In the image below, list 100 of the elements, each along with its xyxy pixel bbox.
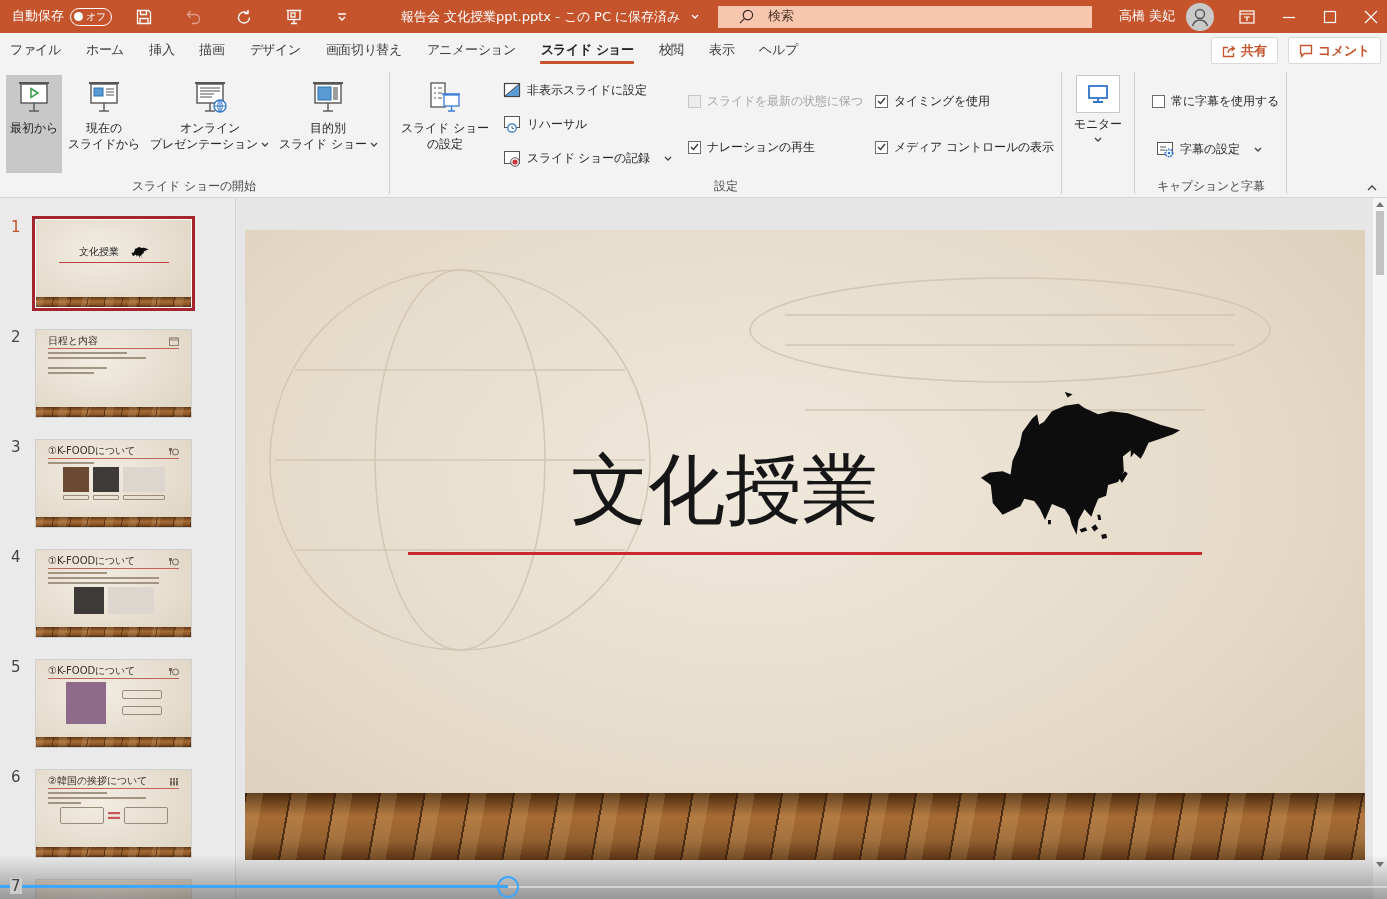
- close-icon[interactable]: [1364, 9, 1378, 24]
- caption-box: [122, 495, 165, 500]
- from-beginning-button[interactable]: 最初から: [6, 75, 62, 173]
- slide-thumbnail[interactable]: ①K-FOODについて: [35, 659, 192, 748]
- custom-slideshow-button[interactable]: 目的別 スライド ショー: [275, 75, 382, 173]
- ribbon-tab[interactable]: 描画: [186, 33, 238, 68]
- record-slideshow-button[interactable]: スライド ショーの記録: [498, 145, 677, 171]
- group-label: 設定: [712, 178, 739, 194]
- cutlery-icon: [169, 446, 179, 456]
- checkbox-label: スライドを最新の状態に保つ: [707, 92, 864, 110]
- scrubber-handle[interactable]: [496, 876, 519, 898]
- rehearse-timings-button[interactable]: リハーサル: [498, 111, 677, 137]
- ribbon-tab[interactable]: 表示: [696, 33, 747, 68]
- redo-icon[interactable]: [236, 8, 252, 25]
- text-line: [48, 372, 94, 374]
- slide-title: 文化授業: [571, 444, 879, 536]
- text-box: [123, 807, 168, 824]
- photo-placeholder: [65, 682, 106, 724]
- checkbox[interactable]: [688, 140, 702, 154]
- checkbox-label: メディア コントロールの表示: [894, 138, 1055, 156]
- checkbox[interactable]: [875, 140, 889, 154]
- document-title[interactable]: 報告会 文化授業ppt.pptx - この PC に保存済み: [400, 7, 700, 26]
- slide-thumbnail[interactable]: 日程と内容: [35, 329, 192, 418]
- ribbon-tab[interactable]: デザイン: [237, 33, 314, 68]
- text-line: [48, 792, 107, 794]
- scroll-down-arrow-icon[interactable]: [1376, 862, 1384, 867]
- dropdown-caret-icon[interactable]: [336, 11, 348, 22]
- chevron-up-icon: [1367, 185, 1377, 191]
- checkbox[interactable]: [875, 94, 889, 108]
- slide-heading: ①K-FOODについて: [48, 445, 136, 457]
- user-name[interactable]: 高橋 美妃: [1119, 8, 1175, 25]
- ribbon-tab[interactable]: ファイル: [0, 33, 74, 68]
- share-button[interactable]: 共有: [1211, 37, 1278, 64]
- slide-thumbnail[interactable]: ①K-FOODについて: [35, 439, 192, 528]
- caret-icon: [1094, 137, 1103, 142]
- slide-number: 7: [10, 878, 22, 894]
- search-field[interactable]: 検索: [718, 5, 1092, 28]
- slide-heading: 日程と内容: [48, 335, 98, 347]
- slide-number: 6: [10, 768, 22, 786]
- text-line: [48, 572, 107, 574]
- search-icon: [739, 9, 754, 24]
- text-line: [48, 802, 81, 804]
- online-presentation-button[interactable]: オンライン プレゼンテーション: [146, 75, 273, 173]
- photo-placeholder: [73, 587, 104, 614]
- floppy-disk-icon[interactable]: [136, 8, 152, 25]
- window-layout-icon[interactable]: [1239, 9, 1255, 24]
- hide-slide-button[interactable]: 非表示スライドに設定: [498, 77, 677, 103]
- ribbon-tab[interactable]: ホーム: [73, 33, 137, 68]
- slide-thumbnail[interactable]: 文化授業: [32, 216, 195, 311]
- ribbon-tab[interactable]: 校閲: [646, 33, 697, 68]
- continent-silhouette: [130, 245, 149, 258]
- user-avatar-icon[interactable]: [1186, 2, 1214, 31]
- scroll-up-arrow-icon[interactable]: [1376, 202, 1384, 207]
- group-label: スライド ショーの開始: [131, 178, 257, 194]
- checkbox[interactable]: [1152, 94, 1166, 108]
- checkmark-icon: [690, 143, 700, 151]
- slide-heading: ①K-FOODについて: [48, 665, 136, 677]
- slide-heading: ①K-FOODについて: [48, 555, 136, 567]
- play-screen-icon: [17, 80, 51, 114]
- monitor-button[interactable]: モニター: [1069, 75, 1128, 144]
- slideshow-setup-button[interactable]: スライド ショー の設定: [396, 75, 493, 173]
- record-screen-icon: [502, 149, 521, 167]
- caret-icon: [691, 14, 700, 19]
- maximize-icon[interactable]: [1323, 9, 1337, 24]
- scrollbar-thumb[interactable]: [1376, 211, 1384, 275]
- ribbon-tab[interactable]: スライド ショー: [528, 33, 647, 68]
- caption-box: [92, 495, 119, 500]
- share-icon: [1222, 43, 1236, 58]
- slide-thumbnail[interactable]: ②韓国の挨拶について: [35, 769, 192, 858]
- text-box: [59, 807, 104, 824]
- caret-icon: [369, 142, 378, 147]
- caption-settings-button[interactable]: 字幕の設定: [1152, 136, 1280, 162]
- caret-icon: [664, 155, 673, 161]
- checkmark-icon: [877, 143, 887, 151]
- text-box: [121, 706, 162, 715]
- screen-gear-icon: [1156, 140, 1175, 158]
- ribbon-tab[interactable]: アニメーション: [414, 33, 529, 68]
- slide-title: 文化授業: [78, 245, 119, 258]
- collapse-ribbon-button[interactable]: [1367, 185, 1377, 191]
- checkbox-label: 常に字幕を使用する: [1171, 92, 1280, 110]
- monitor-icon: [1076, 75, 1121, 113]
- ribbon-tab[interactable]: 挿入: [136, 33, 187, 68]
- text-line: [48, 462, 94, 464]
- list-screen-icon: [427, 80, 462, 114]
- comment-button[interactable]: コメント: [1288, 37, 1381, 64]
- ribbon-tab[interactable]: ヘルプ: [746, 33, 811, 68]
- presentation-screen-icon[interactable]: [286, 8, 302, 25]
- slide-thumbnail[interactable]: ①K-FOODについて: [35, 549, 192, 638]
- hidden-slide-icon: [502, 81, 521, 99]
- from-current-slide-button[interactable]: 現在の スライドから: [64, 75, 144, 173]
- slide-number: 3: [10, 438, 22, 456]
- vertical-scrollbar[interactable]: [1373, 198, 1387, 899]
- people-icon: [169, 776, 179, 786]
- checkbox-label: ナレーションの再生: [707, 138, 816, 156]
- caret-icon: [1254, 146, 1263, 152]
- slide-number: 4: [10, 548, 22, 566]
- screen-slides-icon: [311, 80, 346, 114]
- ribbon-tab[interactable]: 画面切り替え: [313, 33, 415, 68]
- group-label: キャプションと字幕: [1155, 178, 1266, 194]
- slide-screen-icon: [87, 80, 121, 114]
